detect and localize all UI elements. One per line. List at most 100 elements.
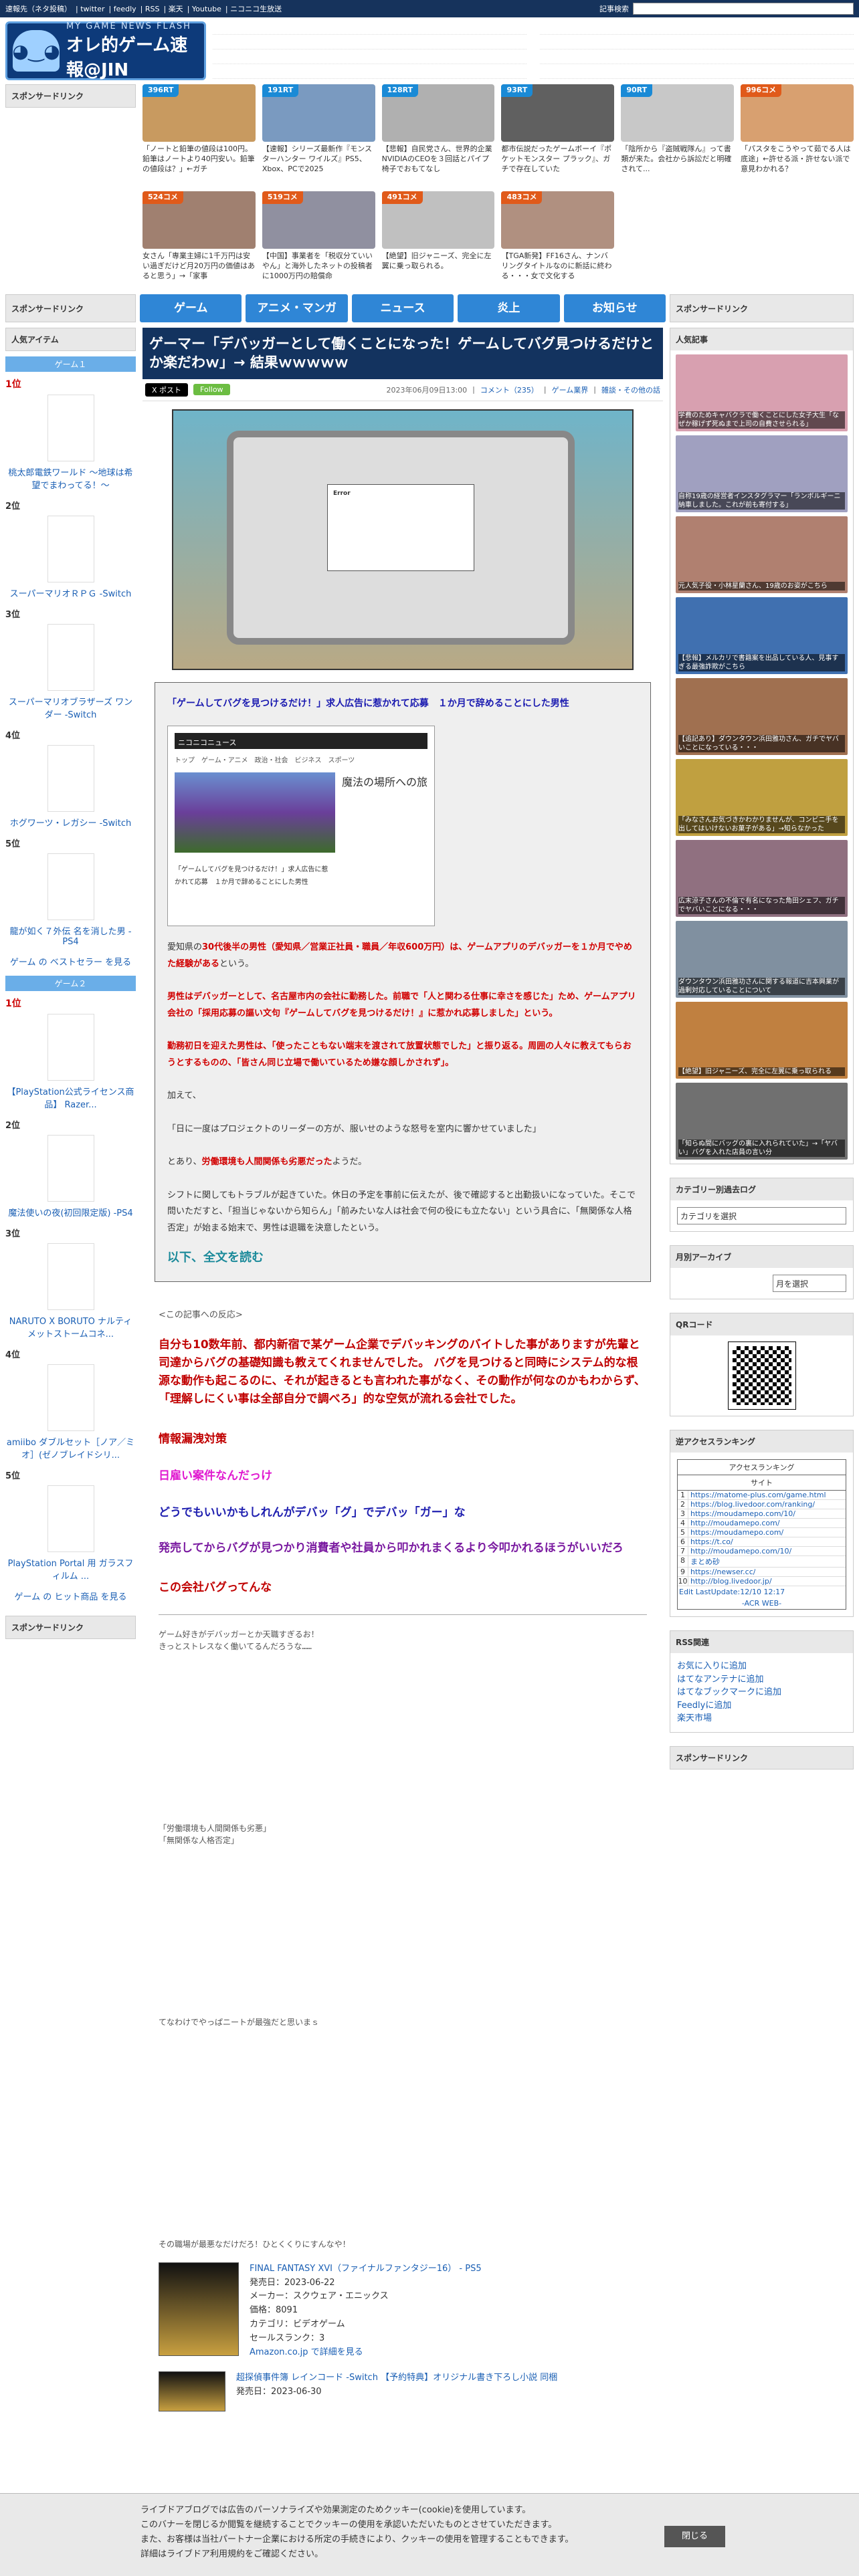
header-link[interactable] bbox=[540, 39, 854, 49]
top-link[interactable]: twitter bbox=[80, 5, 104, 13]
item-image bbox=[47, 516, 94, 582]
x-post-button[interactable]: X ポスト bbox=[145, 383, 189, 397]
trending-thumb[interactable]: 491コメ 【絶望】旧ジャニーズ、完全に左翼に乗っ取られる。 bbox=[381, 191, 495, 292]
trending-thumb[interactable]: 483コメ 【TGA新発】FF16さん、ナンバリングタイトルなのに新話に終わる・・… bbox=[501, 191, 615, 292]
product-item[interactable]: 3位 スーパーマリオブラザーズ ワンダー -Switch bbox=[5, 607, 136, 720]
access-table-title: アクセスランキング bbox=[678, 1460, 846, 1475]
category-archive: カテゴリー別過去ログ カテゴリを選択 bbox=[670, 1178, 854, 1232]
header-link[interactable] bbox=[540, 53, 854, 64]
rss-link[interactable]: お気に入りに追加 bbox=[677, 1660, 846, 1673]
product-item[interactable]: 5位 龍が如く７外伝 名を消した男 - PS4 bbox=[5, 837, 136, 947]
popular-article[interactable]: 【絶望】旧ジャニーズ、完全に左翼に乗っ取られる bbox=[676, 1002, 848, 1079]
access-row[interactable]: 3 https://moudamepo.com/10/ bbox=[678, 1509, 846, 1519]
product-item[interactable]: 2位 スーパーマリオＲＰＧ -Switch bbox=[5, 499, 136, 599]
header-link[interactable] bbox=[540, 68, 854, 79]
header-link-grid bbox=[213, 21, 854, 80]
top-link[interactable]: feedly bbox=[114, 5, 136, 13]
header-link[interactable] bbox=[540, 24, 854, 35]
access-edit[interactable]: Edit LastUpdate:12/10 12:17 bbox=[678, 1586, 846, 1598]
header-link[interactable] bbox=[213, 39, 527, 49]
trending-thumb[interactable]: 996コメ 「パスタをこうやって茹でる人は底途」←許せる派・許せない派で意見わかれ… bbox=[741, 84, 854, 185]
popular-article[interactable]: 元人気子役・小林星蘭さん、19歳のお姿がこちら bbox=[676, 516, 848, 593]
product-item[interactable]: 5位 PlayStation Portal 用 ガラスフィルム ... bbox=[5, 1469, 136, 1582]
site-logo[interactable]: ◕‿◕ MY GAME NEWS FLASH オレ的ゲーム速報@JIN bbox=[5, 21, 206, 80]
popular-article[interactable]: 【悲報】メルカリで書籍案を出品している人、見事すぎる最強詐欺がこちら bbox=[676, 597, 848, 674]
nav-item-game[interactable]: ゲーム bbox=[140, 294, 242, 322]
read-more-link[interactable]: 以下、全文を読む bbox=[167, 1247, 638, 1269]
category-select[interactable]: カテゴリを選択 bbox=[677, 1207, 846, 1224]
access-footer[interactable]: -ACR WEB- bbox=[678, 1598, 846, 1609]
access-row[interactable]: 9 https://newser.cc/ bbox=[678, 1568, 846, 1577]
access-rank: 7 bbox=[678, 1547, 688, 1555]
product-item[interactable]: 4位 amiibo ダブルセット［ノア／ミオ］(ゼノブレイドシリ... bbox=[5, 1348, 136, 1461]
product-item[interactable]: 1位 【PlayStation公式ライセンス商品】 Razer... bbox=[5, 996, 136, 1110]
rss-link[interactable]: はてなブックマークに追加 bbox=[677, 1686, 846, 1699]
tag-link[interactable]: 雑談・その他の話 bbox=[601, 385, 660, 395]
monthly-archive: 月別アーカイブ 月を選択 bbox=[670, 1245, 854, 1299]
product-item[interactable]: 1位 桃太郎電鉄ワールド ～地球は希望でまわってる！～ bbox=[5, 377, 136, 491]
search-input[interactable] bbox=[633, 3, 854, 15]
rss-link[interactable]: はてなアンテナに追加 bbox=[677, 1673, 846, 1687]
top-link[interactable]: RSS bbox=[145, 5, 160, 13]
product-item[interactable]: 2位 魔法使いの夜(初回限定版) -PS4 bbox=[5, 1118, 136, 1218]
access-row[interactable]: 2 https://blog.livedoor.com/ranking/ bbox=[678, 1500, 846, 1509]
popular-article[interactable]: 「みなさんお気づきかわかりませんが、コンビニ手を出してはいけないお菓子がある」→… bbox=[676, 759, 848, 836]
category-link[interactable]: ゲーム業界 bbox=[552, 385, 589, 395]
trending-thumb[interactable]: 90RT 「陰所から『盗賊戦隊ん』って書類が来た。会社から訴訟だと明確されて... bbox=[621, 84, 735, 185]
top-link[interactable]: ニコニコ生放送 bbox=[230, 5, 282, 13]
top-link[interactable]: Youtube bbox=[192, 5, 221, 13]
access-rank: 10 bbox=[678, 1577, 688, 1586]
p1-prefix: 愛知県の bbox=[167, 942, 203, 953]
nico-caption: 魔法の場所への旅 bbox=[341, 776, 427, 789]
product-name[interactable]: 超探偵事件簿 レインコード -Switch 【予約特典】オリジナル書き下ろし小説… bbox=[236, 2371, 557, 2385]
popular-article[interactable]: 広末涼子さんの不倫で有名になった角田シェフ、ガチでヤバいことになる・・・ bbox=[676, 840, 848, 917]
trending-thumb[interactable]: 524コメ 女さん「専業主婦に1千万円は安い過ぎだけど月20万円の価値はあると思う… bbox=[142, 191, 256, 292]
cookie-close-button[interactable]: 閉じる bbox=[664, 2526, 725, 2548]
rss-link[interactable]: Feedlyに追加 bbox=[677, 1699, 846, 1713]
access-row[interactable]: 7 http://moudamepo.com/10/ bbox=[678, 1547, 846, 1556]
nav-item-flame[interactable]: 炎上 bbox=[458, 294, 560, 322]
product-link[interactable]: Amazon.co.jp で詳細を見る bbox=[250, 2346, 482, 2360]
header-link[interactable] bbox=[213, 53, 527, 64]
rss-link[interactable]: 楽天市場 bbox=[677, 1712, 846, 1725]
month-select[interactable]: 月を選択 bbox=[773, 1275, 846, 1292]
right-sponsor-heading: スポンサードリンク bbox=[670, 1746, 853, 1769]
nav-item-news[interactable]: ニュース bbox=[351, 294, 454, 322]
product-item[interactable]: 4位 ホグワーツ・レガシー -Switch bbox=[5, 728, 136, 829]
access-row[interactable]: 6 https://t.co/ bbox=[678, 1537, 846, 1547]
popular-article-caption: 「知らぬ間にバッグの裏に入れられていた」→「ヤバい」バグを入れた店員の言い分 bbox=[678, 1140, 845, 1157]
access-heading: 逆アクセスランキング bbox=[670, 1430, 853, 1453]
popular-article-caption: ダウンタウン浜田雅功さんに関する報道に吉本興業が過剰対応していることについて bbox=[678, 978, 845, 995]
access-row[interactable]: 4 http://moudamepo.com/ bbox=[678, 1519, 846, 1528]
product-item[interactable]: 3位 NARUTO X BORUTO ナルティメットストームコネ... bbox=[5, 1226, 136, 1339]
trending-thumb[interactable]: 93RT 都市伝説だったゲームボーイ『ポケットモンスター プラック』、ガチで存在し… bbox=[501, 84, 615, 185]
access-row[interactable]: 8 まとめ砂 bbox=[678, 1556, 846, 1568]
popular-article[interactable]: ダウンタウン浜田雅功さんに関する報道に吉本興業が過剰対応していることについて bbox=[676, 921, 848, 998]
top-link[interactable]: 楽天 bbox=[169, 5, 183, 13]
access-row[interactable]: 10 http://blog.livedoor.jp/ bbox=[678, 1577, 846, 1586]
access-row[interactable]: 5 https://moudamepo.com/ bbox=[678, 1528, 846, 1537]
group2-more-link[interactable]: ゲーム の ヒット商品 を見る bbox=[5, 1590, 136, 1602]
nav-item-notice[interactable]: お知らせ bbox=[563, 294, 666, 322]
follow-button[interactable]: Follow bbox=[193, 384, 230, 396]
top-link[interactable]: 速報先（ネタ投稿） bbox=[5, 5, 72, 13]
access-row[interactable]: 1 https://matome-plus.com/game.html bbox=[678, 1491, 846, 1500]
popular-article[interactable]: 学費のためキャバクラで働くことにした女子大生「なぜか稼げず死ぬまで上司の自費させ… bbox=[676, 354, 848, 431]
product-cover[interactable] bbox=[159, 2371, 225, 2412]
comment-link[interactable]: コメント（235） bbox=[480, 385, 539, 395]
header-link[interactable] bbox=[213, 24, 527, 35]
trending-thumb[interactable]: 191RT 【速報】シリーズ最新作『モンスターハンター ワイルズ』PS5、Xbox… bbox=[262, 84, 375, 185]
thumb-text: 都市伝説だったゲームボーイ『ポケットモンスター プラック』、ガチで存在していた bbox=[501, 144, 612, 173]
product-name[interactable]: FINAL FANTASY XVI（ファイナルファンタジー16） - PS5 bbox=[250, 2262, 482, 2276]
popular-article[interactable]: 自称19歳の経営者インスタグラマー「ランボルギーニ納車しました。これが前も寄付す… bbox=[676, 435, 848, 512]
trending-thumb[interactable]: 396RT 「ノートと鉛筆の値段は100円。鉛筆はノートより40円安い。鉛筆の値段… bbox=[142, 84, 256, 185]
header-link[interactable] bbox=[213, 68, 527, 79]
group1-more-link[interactable]: ゲーム の ベストセラー を見る bbox=[5, 955, 136, 968]
trending-thumb[interactable]: 519コメ 【中国】事業者を「税収分ていいやん」と海外したネットの投稿者に1000… bbox=[262, 191, 375, 292]
thumb-text: 【中国】事業者を「税収分ていいやん」と海外したネットの投稿者に1000万円の賠償… bbox=[262, 251, 373, 280]
nav-item-anime[interactable]: アニメ・マンガ bbox=[246, 294, 348, 322]
popular-article[interactable]: 「知らぬ間にバッグの裏に入れられていた」→「ヤバい」バグを入れた店員の言い分 bbox=[676, 1083, 848, 1160]
popular-article[interactable]: 【追記あり】ダウンタウン浜田雅功さん、ガチでヤバいことになっている・・・ bbox=[676, 678, 848, 755]
trending-thumb[interactable]: 128RT 【悲報】自民党さん、世界的企業NVIDIAのCEOを３回話とパイプ椅子… bbox=[381, 84, 495, 185]
product-cover[interactable] bbox=[159, 2262, 239, 2356]
